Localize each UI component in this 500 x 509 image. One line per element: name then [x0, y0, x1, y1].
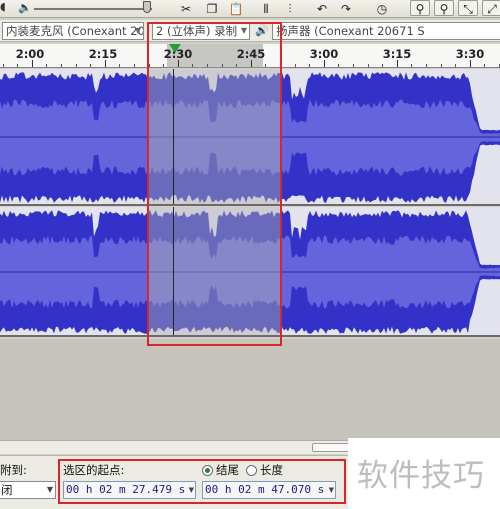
ruler-tick	[119, 64, 120, 67]
ruler-tick	[397, 60, 398, 67]
ruler-tick	[426, 64, 427, 67]
trim-icon[interactable]: ⫴	[256, 0, 276, 16]
ruler-tick	[105, 60, 106, 67]
ruler-tick	[90, 64, 91, 67]
ruler-tick	[368, 64, 369, 67]
ruler-tick-label: 3:30	[455, 47, 485, 61]
speaker-icon: 🔈	[18, 1, 32, 14]
watermark: 软件技巧	[348, 438, 500, 509]
edit-cursor	[173, 207, 174, 335]
selected-region	[148, 69, 281, 204]
ruler-tick-label: 3:15	[382, 47, 412, 61]
mute-icon[interactable]: ◖	[0, 0, 6, 13]
silence-icon[interactable]: ⫶	[280, 0, 300, 16]
chevron-down-icon: ▼	[240, 26, 247, 35]
ruler-tick-label: 3:00	[309, 47, 339, 61]
ruler-tick-label: 2:45	[236, 47, 266, 61]
recording-device-value: 内装麦克风 (Conexant 206	[6, 24, 144, 38]
ruler-tick	[32, 60, 33, 67]
ruler-tick	[251, 60, 252, 67]
chevron-down-icon: ▼	[188, 486, 194, 494]
top-toolbar: ◖ 🔈 ✂ ❐ 📋 ⫴ ⫶ ↶ ↷ ◷ ⚲ ⚲ ⤡ ⤢	[0, 0, 500, 18]
cut-icon[interactable]: ✂	[176, 0, 196, 16]
ruler-tick	[338, 64, 339, 67]
length-radio[interactable]	[246, 465, 257, 476]
snap-to-value: 闭	[1, 483, 13, 497]
selection-end-time: 00 h 02 m 47.070 s	[205, 483, 325, 496]
playback-device-value: 扬声器 (Conexant 20671 S	[276, 24, 425, 38]
ruler-tick-label: 2:00	[15, 47, 45, 61]
sync-lock-icon[interactable]: ◷	[372, 0, 392, 16]
ruler-tick	[76, 64, 77, 67]
speaker-icon: 🔊	[255, 24, 269, 37]
chevron-down-icon: ▼	[134, 26, 141, 35]
ruler-tick	[484, 64, 485, 67]
fit-selection-icon[interactable]: ⤡	[458, 0, 478, 16]
end-radio-label: 结尾	[216, 463, 239, 477]
ruler-tick	[280, 64, 281, 67]
ruler-tick	[17, 64, 18, 67]
ruler-tick-label: 2:30	[163, 47, 193, 61]
undo-icon[interactable]: ↶	[312, 0, 332, 16]
ruler-tick	[134, 64, 135, 67]
selection-start-label: 选区的起点:	[63, 463, 125, 477]
audio-track-channel-right[interactable]	[0, 207, 500, 337]
fit-project-icon[interactable]: ⤢	[482, 0, 500, 16]
ruler-tick-label: 2:15	[88, 47, 118, 61]
ruler-tick	[222, 64, 223, 67]
ruler-tick	[411, 64, 412, 67]
empty-track-area[interactable]	[0, 339, 500, 440]
volume-slider-thumb[interactable]	[143, 1, 151, 13]
ruler-tick	[382, 64, 383, 67]
selection-end-time-field[interactable]: 00 h 02 m 47.070 s ▼	[202, 481, 336, 499]
copy-icon[interactable]: ❐	[202, 0, 222, 16]
ruler-tick	[265, 64, 266, 67]
selection-start-time: 00 h 02 m 27.479 s	[66, 483, 186, 496]
length-radio-label: 长度	[260, 463, 283, 477]
selected-region	[148, 207, 281, 335]
zoom-in-icon[interactable]: ⚲	[410, 0, 430, 16]
watermark-text: 软件技巧	[357, 458, 485, 494]
ruler-tick	[207, 64, 208, 67]
ruler-tick	[192, 64, 193, 67]
paste-icon[interactable]: 📋	[226, 0, 246, 16]
device-toolbar: 内装麦克风 (Conexant 206 ▼ 2 (立体声) 录制 ▼ 🔊 扬声器…	[0, 20, 500, 42]
recording-device-dropdown[interactable]: 内装麦克风 (Conexant 206 ▼	[2, 22, 144, 40]
chevron-down-icon: ▼	[328, 486, 334, 494]
ruler-tick	[309, 64, 310, 67]
ruler-tick	[236, 64, 237, 67]
zoom-out-icon[interactable]: ⚲	[434, 0, 454, 16]
ruler-tick	[178, 60, 179, 67]
ruler-tick	[441, 64, 442, 67]
ruler-tick	[455, 64, 456, 67]
ruler-tick	[295, 64, 296, 67]
snap-to-label: 附到:	[0, 463, 27, 477]
recording-channels-dropdown[interactable]: 2 (立体声) 录制 ▼	[152, 22, 250, 40]
playback-device-dropdown[interactable]: 扬声器 (Conexant 20671 S	[272, 22, 500, 40]
timeline-ruler[interactable]: 2:00 2:15 2:30 2:45 3:00 3:15 3:30	[0, 44, 500, 68]
ruler-tick	[3, 64, 4, 67]
end-radio[interactable]	[202, 465, 213, 476]
chevron-down-icon: ▼	[46, 485, 53, 494]
ruler-tick	[163, 64, 164, 67]
edit-cursor	[173, 69, 174, 204]
snap-to-dropdown[interactable]: 闭 ▼	[0, 481, 56, 499]
playback-volume-slider[interactable]	[34, 8, 152, 10]
ruler-tick	[149, 64, 150, 67]
audacity-window: ◖ 🔈 ✂ ❐ 📋 ⫴ ⫶ ↶ ↷ ◷ ⚲ ⚲ ⤡ ⤢ 内装麦克风 (Conex…	[0, 0, 500, 509]
ruler-tick	[61, 64, 62, 67]
selection-start-time-field[interactable]: 00 h 02 m 27.479 s ▼	[63, 481, 196, 499]
ruler-tick	[324, 60, 325, 67]
redo-icon[interactable]: ↷	[336, 0, 356, 16]
ruler-tick	[470, 60, 471, 67]
ruler-tick	[353, 64, 354, 67]
recording-channels-value: 2 (立体声) 录制	[156, 24, 238, 38]
audio-track-channel-left[interactable]	[0, 69, 500, 206]
ruler-tick	[46, 64, 47, 67]
